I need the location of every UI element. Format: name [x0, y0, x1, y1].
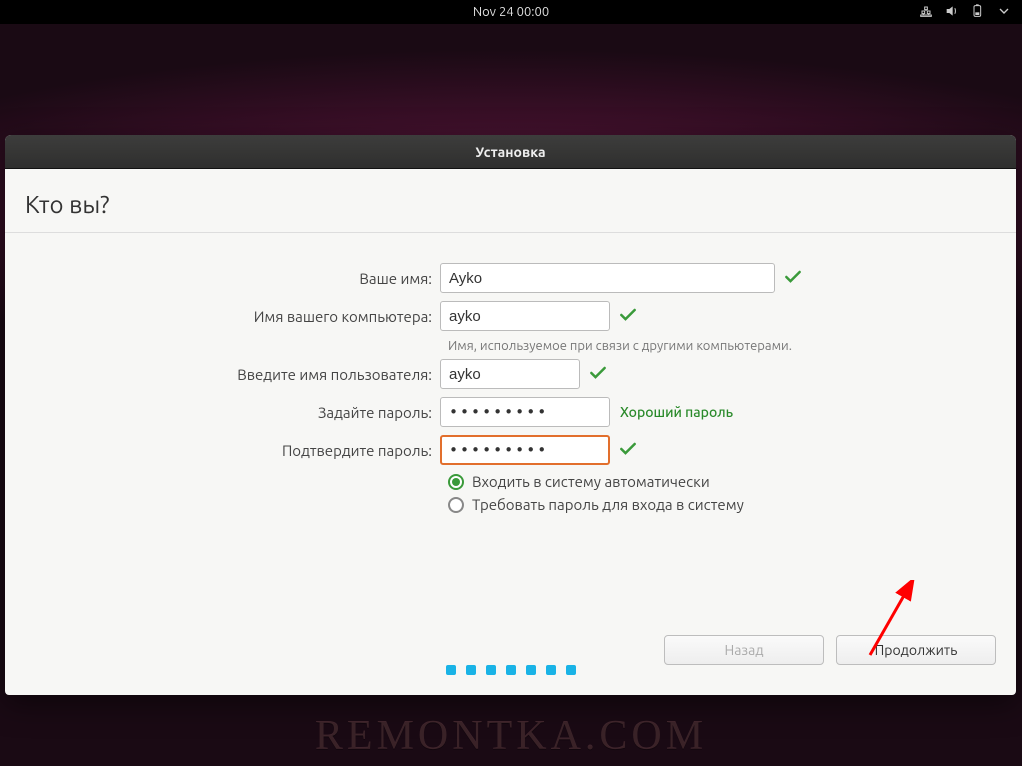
radio-icon	[448, 474, 464, 490]
password-label: Задайте пароль:	[5, 404, 440, 421]
login-auto-option[interactable]: Входить в систему автоматически	[448, 473, 1016, 490]
pager-dot	[486, 665, 496, 675]
pager-dot	[466, 665, 476, 675]
pager-dot	[446, 665, 456, 675]
pager-dot	[526, 665, 536, 675]
network-icon[interactable]	[918, 3, 934, 22]
check-icon	[618, 305, 638, 328]
login-require-label: Требовать пароль для входа в систему	[472, 496, 744, 513]
pager-dot	[546, 665, 556, 675]
chevron-down-icon[interactable]	[996, 3, 1012, 22]
installer-window: Установка Кто вы? Ваше имя: Имя вашего к…	[5, 135, 1016, 695]
watermark: REMONTKA.COM	[0, 712, 1022, 760]
check-icon	[783, 267, 803, 290]
name-input[interactable]	[440, 263, 775, 293]
login-options: Входить в систему автоматически Требоват…	[448, 473, 1016, 513]
page-title: Кто вы?	[5, 169, 1016, 233]
system-topbar: Nov 24 00:00	[0, 0, 1022, 24]
system-tray[interactable]	[918, 3, 1012, 22]
window-title: Установка	[475, 144, 545, 160]
hostname-hint: Имя, используемое при связи с другими ко…	[448, 339, 1016, 353]
hostname-label: Имя вашего компьютера:	[5, 308, 440, 325]
confirm-password-input[interactable]	[440, 435, 610, 465]
hostname-input[interactable]	[440, 301, 610, 331]
confirm-label: Подтвердите пароль:	[5, 442, 440, 459]
login-auto-label: Входить в систему автоматически	[472, 473, 710, 490]
check-icon	[618, 439, 638, 462]
continue-button[interactable]: Продолжить	[836, 635, 996, 665]
password-input[interactable]	[440, 397, 610, 427]
volume-icon[interactable]	[944, 3, 960, 22]
radio-icon	[448, 497, 464, 513]
pager-dot	[506, 665, 516, 675]
back-button[interactable]: Назад	[664, 635, 824, 665]
username-label: Введите имя пользователя:	[5, 366, 440, 383]
battery-icon[interactable]	[970, 3, 986, 22]
step-pager	[5, 665, 1016, 675]
check-icon	[588, 363, 608, 386]
username-input[interactable]	[440, 359, 580, 389]
name-label: Ваше имя:	[5, 270, 440, 287]
window-titlebar[interactable]: Установка	[5, 135, 1016, 169]
login-require-option[interactable]: Требовать пароль для входа в систему	[448, 496, 1016, 513]
password-strength: Хороший пароль	[620, 404, 733, 420]
pager-dot	[566, 665, 576, 675]
user-form: Ваше имя: Имя вашего компьютера: Имя, ис…	[5, 233, 1016, 519]
clock: Nov 24 00:00	[473, 5, 549, 19]
